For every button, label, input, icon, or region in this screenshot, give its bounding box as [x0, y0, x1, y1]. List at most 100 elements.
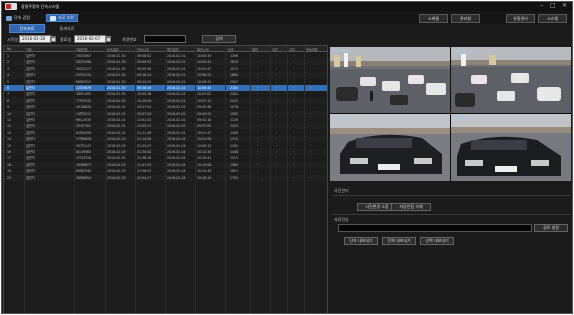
table-cell: 10:05:47: [197, 66, 212, 71]
start-date-input[interactable]: 2016-01-30: [19, 35, 51, 43]
table-cell: ·: [293, 60, 295, 65]
table-cell: 38모1492: [76, 92, 92, 97]
start-date-label: 시작일: [7, 37, 19, 42]
col-header: 단속: [228, 48, 234, 52]
table-cell: ·: [276, 98, 278, 103]
utility-button[interactable]: 유틸관리: [506, 14, 535, 23]
table-cell: 2016-02-04: [167, 137, 186, 142]
table-cell: ·: [293, 175, 295, 180]
table-cell: 2016-02-01: [107, 130, 126, 135]
table-cell: 21:38:19: [137, 156, 152, 161]
table-cell: 2016-02-03: [107, 175, 126, 180]
table-cell: ·: [276, 54, 278, 58]
table-cell: 22:04:27: [137, 175, 152, 180]
column-divider: [304, 46, 305, 313]
camera-view-1[interactable]: CAM No. 1: [330, 47, 450, 113]
table-cell: 19: [7, 169, 12, 174]
table-cell: 10:05:33: [197, 54, 212, 58]
table-cell: 2016-02-01: [167, 60, 186, 65]
col-header: 사진: [272, 48, 278, 52]
table-cell: 26버8854: [76, 175, 92, 180]
col-header: 차량번호: [76, 48, 88, 52]
table-cell: ·: [310, 150, 312, 154]
table-cell: 2016-01-30: [107, 86, 126, 90]
table-cell: ·: [293, 137, 295, 142]
col-header: 고지: [289, 48, 295, 52]
table-cell: ·: [276, 66, 278, 71]
manage-button[interactable]: 관리항: [451, 14, 480, 23]
nav-query[interactable]: 자료 조회: [46, 14, 78, 22]
table-cell: 9: [7, 105, 10, 110]
plate-input[interactable]: [144, 35, 186, 43]
camera-view-2[interactable]: CAM No. 2: [451, 47, 571, 113]
parking-lot-image: [330, 47, 450, 113]
table-cell: 일반차: [26, 79, 35, 84]
table-cell: ·: [310, 124, 312, 129]
path-setting-button[interactable]: 경로 설정: [534, 224, 568, 232]
table-cell: ·: [293, 150, 295, 154]
title-bar: 광명주정차 단속시스템 – □ ✕: [2, 2, 572, 11]
nav-query-label: 자료 조회: [58, 15, 74, 20]
table-cell: 2016-02-01: [107, 111, 126, 116]
table-cell: ·: [257, 60, 259, 65]
photo-delete-button[interactable]: 저장안함 삭제: [391, 203, 431, 211]
table-cell: 2016-01-30: [107, 73, 126, 78]
table-cell: ·: [293, 162, 295, 167]
table-cell: ·: [293, 124, 295, 129]
table-cell: 10:26:19: [197, 175, 212, 180]
maximize-icon[interactable]: □: [550, 2, 556, 10]
table-cell: 57하6628: [76, 137, 92, 142]
col-header: 단속시각: [137, 48, 149, 52]
table-cell: 10:09:13: [197, 143, 212, 148]
end-date-label: 종료일: [60, 37, 72, 42]
table-cell: ·: [276, 137, 278, 142]
table-cell: 2160: [230, 86, 239, 90]
export-selected-button[interactable]: 선택 내보내기: [420, 237, 454, 245]
system-button[interactable]: 시스템: [538, 14, 567, 23]
export-all-button[interactable]: 전체 내보내기: [382, 237, 416, 245]
divider: [332, 214, 570, 215]
table-cell: 1: [7, 54, 10, 58]
camera-view-3[interactable]: CAM No. 3: [330, 114, 450, 181]
export-path-input[interactable]: [338, 224, 532, 232]
search-button[interactable]: 검색: [202, 35, 236, 43]
table-cell: 일반차: [26, 118, 35, 122]
table-cell: 1126: [230, 118, 239, 122]
schedule-button[interactable]: 스케줄: [419, 14, 448, 23]
minimize-icon[interactable]: –: [540, 2, 543, 10]
table-cell: 5: [7, 79, 10, 84]
close-icon[interactable]: ✕: [562, 2, 567, 10]
table-cell: 2016-02-04: [167, 162, 186, 167]
table-cell: 85마2290: [76, 169, 92, 174]
nav-monitor[interactable]: 단속 감정: [6, 14, 30, 22]
table-cell: 81마4459: [76, 130, 92, 135]
table-cell: ·: [293, 118, 295, 122]
table-cell: 2016-02-04: [167, 175, 186, 180]
table-cell: 2016-02-03: [107, 143, 126, 148]
tab-statistics[interactable]: 통계자료: [49, 24, 85, 33]
table-cell: 2016-02-04: [167, 156, 186, 161]
export-enforce-button[interactable]: 단속 내보내기: [344, 237, 378, 245]
col-header: 단속일자: [107, 48, 119, 52]
end-date-input[interactable]: 2016-02-07: [74, 35, 106, 43]
table-cell: ·: [257, 156, 259, 161]
tab-records[interactable]: 단속자료: [9, 24, 45, 33]
table-cell: 1078: [230, 105, 239, 110]
table-cell: 2415: [230, 98, 239, 103]
table-cell: 19라6627: [76, 162, 92, 167]
table-cell: ·: [257, 130, 259, 135]
calendar-icon[interactable]: [51, 36, 56, 42]
table-cell: 일반차: [26, 124, 35, 129]
table-cell: ·: [257, 92, 259, 97]
calendar-icon[interactable]: [106, 36, 111, 42]
camera-view-4[interactable]: CAM No. 4: [451, 114, 571, 181]
monitor-icon: [6, 15, 12, 21]
table-cell: ·: [257, 175, 259, 180]
records-table: No 구분 차량번호 단속일자 단속시각 확인일자 확인시각 단속 위반 사진 …: [3, 45, 328, 313]
table-cell: 10:20:00: [137, 98, 152, 103]
photo-section-title: 사진관리: [334, 188, 349, 193]
table-cell: 일반차: [26, 66, 35, 71]
table-cell: 일반차: [26, 105, 35, 110]
table-cell: 1884: [230, 73, 239, 78]
table-cell: 09:49:22: [197, 111, 212, 116]
